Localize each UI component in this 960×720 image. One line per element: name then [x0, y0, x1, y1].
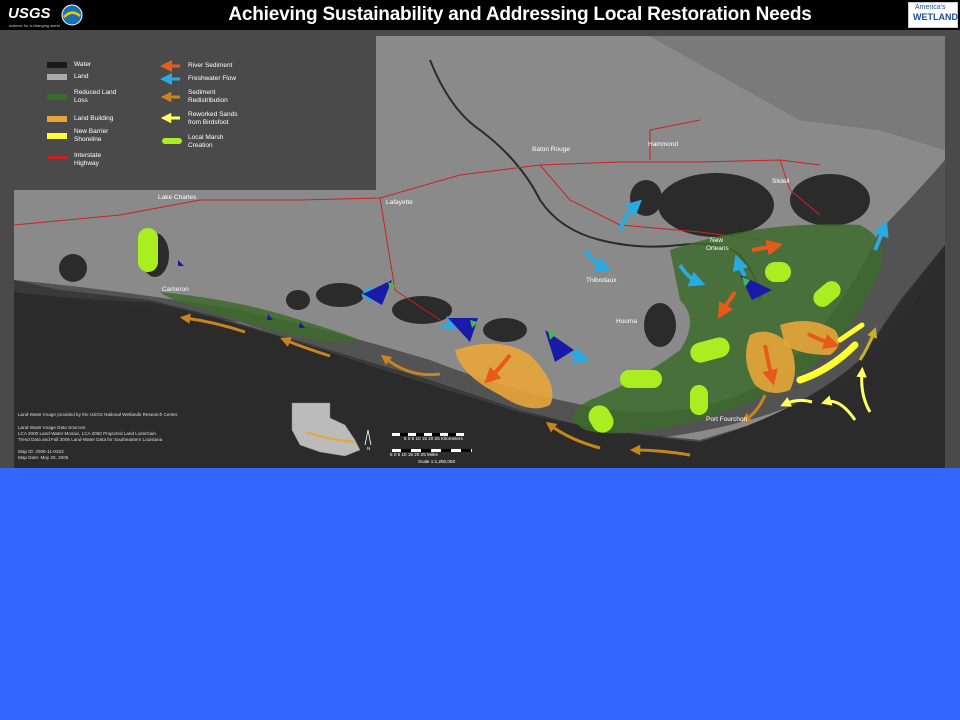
- city-cameron: Cameron: [162, 286, 189, 293]
- sabine-lake: [59, 254, 87, 282]
- legend-label-river-sediment: River Sediment: [188, 62, 233, 69]
- legend-label-land-building: Land Building: [74, 115, 114, 122]
- barataria-bay: [644, 303, 676, 347]
- city-baton-rouge: Baton Rouge: [532, 146, 570, 153]
- city-thibodaux: Thibodaux: [586, 277, 617, 284]
- city-port-fourchon: Port Fourchon: [706, 416, 748, 423]
- legend-swatch-land: [47, 74, 67, 80]
- credit-line1: Land-Water Image provided by the USGS Na…: [18, 412, 179, 417]
- legend-label-reworked-sands: Reworked Sands from Birdsfoot: [188, 111, 238, 126]
- legend-label-local-marsh: Local Marsh Creation: [188, 134, 224, 149]
- legend-swatch-new-barrier: [47, 133, 67, 139]
- legend-label-sediment-redistribution: Sediment Redistribution: [188, 89, 228, 104]
- city-slidell: Slidell: [772, 178, 790, 185]
- legend-swatches: [47, 60, 182, 159]
- legend-swatch-water: [47, 62, 67, 68]
- scale-ratio: Scale 1:1,250,000: [418, 459, 456, 464]
- grand-lake: [286, 290, 310, 310]
- credit-line4: Trend Data and Fall 2005 Land-Water Data…: [18, 437, 163, 442]
- legend-label-reduced-land-loss: Reduced Land Loss: [74, 89, 117, 104]
- usgs-wordmark: USGS: [8, 5, 51, 22]
- city-new-orleans-line1: New: [710, 237, 724, 244]
- slide: USGS science for a changing world Achiev…: [0, 0, 960, 468]
- white-lake: [316, 283, 364, 307]
- title-bar: USGS science for a changing world Achiev…: [0, 0, 960, 30]
- usgs-tagline: science for a changing world: [9, 23, 60, 28]
- legend-swatch-land-building: [47, 116, 67, 122]
- atchafalaya-bay: [483, 318, 527, 342]
- americas-wetland-line1: America's: [915, 4, 946, 11]
- louisiana-coast-map: [13, 36, 945, 468]
- lake-pontchartrain: [658, 173, 774, 237]
- vermilion-bay: [392, 296, 452, 324]
- city-lake-charles: Lake Charles: [158, 194, 197, 201]
- scale-km-label: 5 0 5 10 15 20 25 Kilometers: [404, 436, 463, 441]
- city-new-orleans-line2: Orleans: [706, 245, 729, 252]
- usgs-logo: USGS science for a changing world: [4, 3, 84, 28]
- page-title: Achieving Sustainability and Addressing …: [228, 4, 812, 25]
- legend-swatch-interstate: [47, 156, 67, 159]
- legend-label-land: Land: [74, 73, 89, 80]
- legend-label-interstate: Interstate Highway: [74, 152, 102, 167]
- lake-maurepas: [630, 180, 662, 216]
- globe-icon: [61, 4, 83, 26]
- credit-map-date: Map Date: May 25, 2006: [18, 455, 69, 460]
- legend-swatch-reduced-land-loss: [47, 94, 67, 100]
- city-houma: Houma: [616, 318, 637, 325]
- city-lafayette: Lafayette: [386, 199, 413, 206]
- city-hammond: Hammond: [648, 141, 678, 148]
- legend-label-new-barrier: New Barrier Shoreline: [74, 128, 109, 143]
- americas-wetland-logo: America's WETLAND: [908, 2, 958, 28]
- legend-label-freshwater: Freshwater Flow: [188, 75, 237, 82]
- americas-wetland-line2: WETLAND: [913, 12, 958, 22]
- legend-swatch-local-marsh: [162, 138, 182, 144]
- scale-mi-label: 5 0 5 10 15 20 25 Miles: [390, 452, 438, 457]
- north-label: N: [367, 446, 371, 451]
- legend-label-water: Water: [74, 61, 92, 68]
